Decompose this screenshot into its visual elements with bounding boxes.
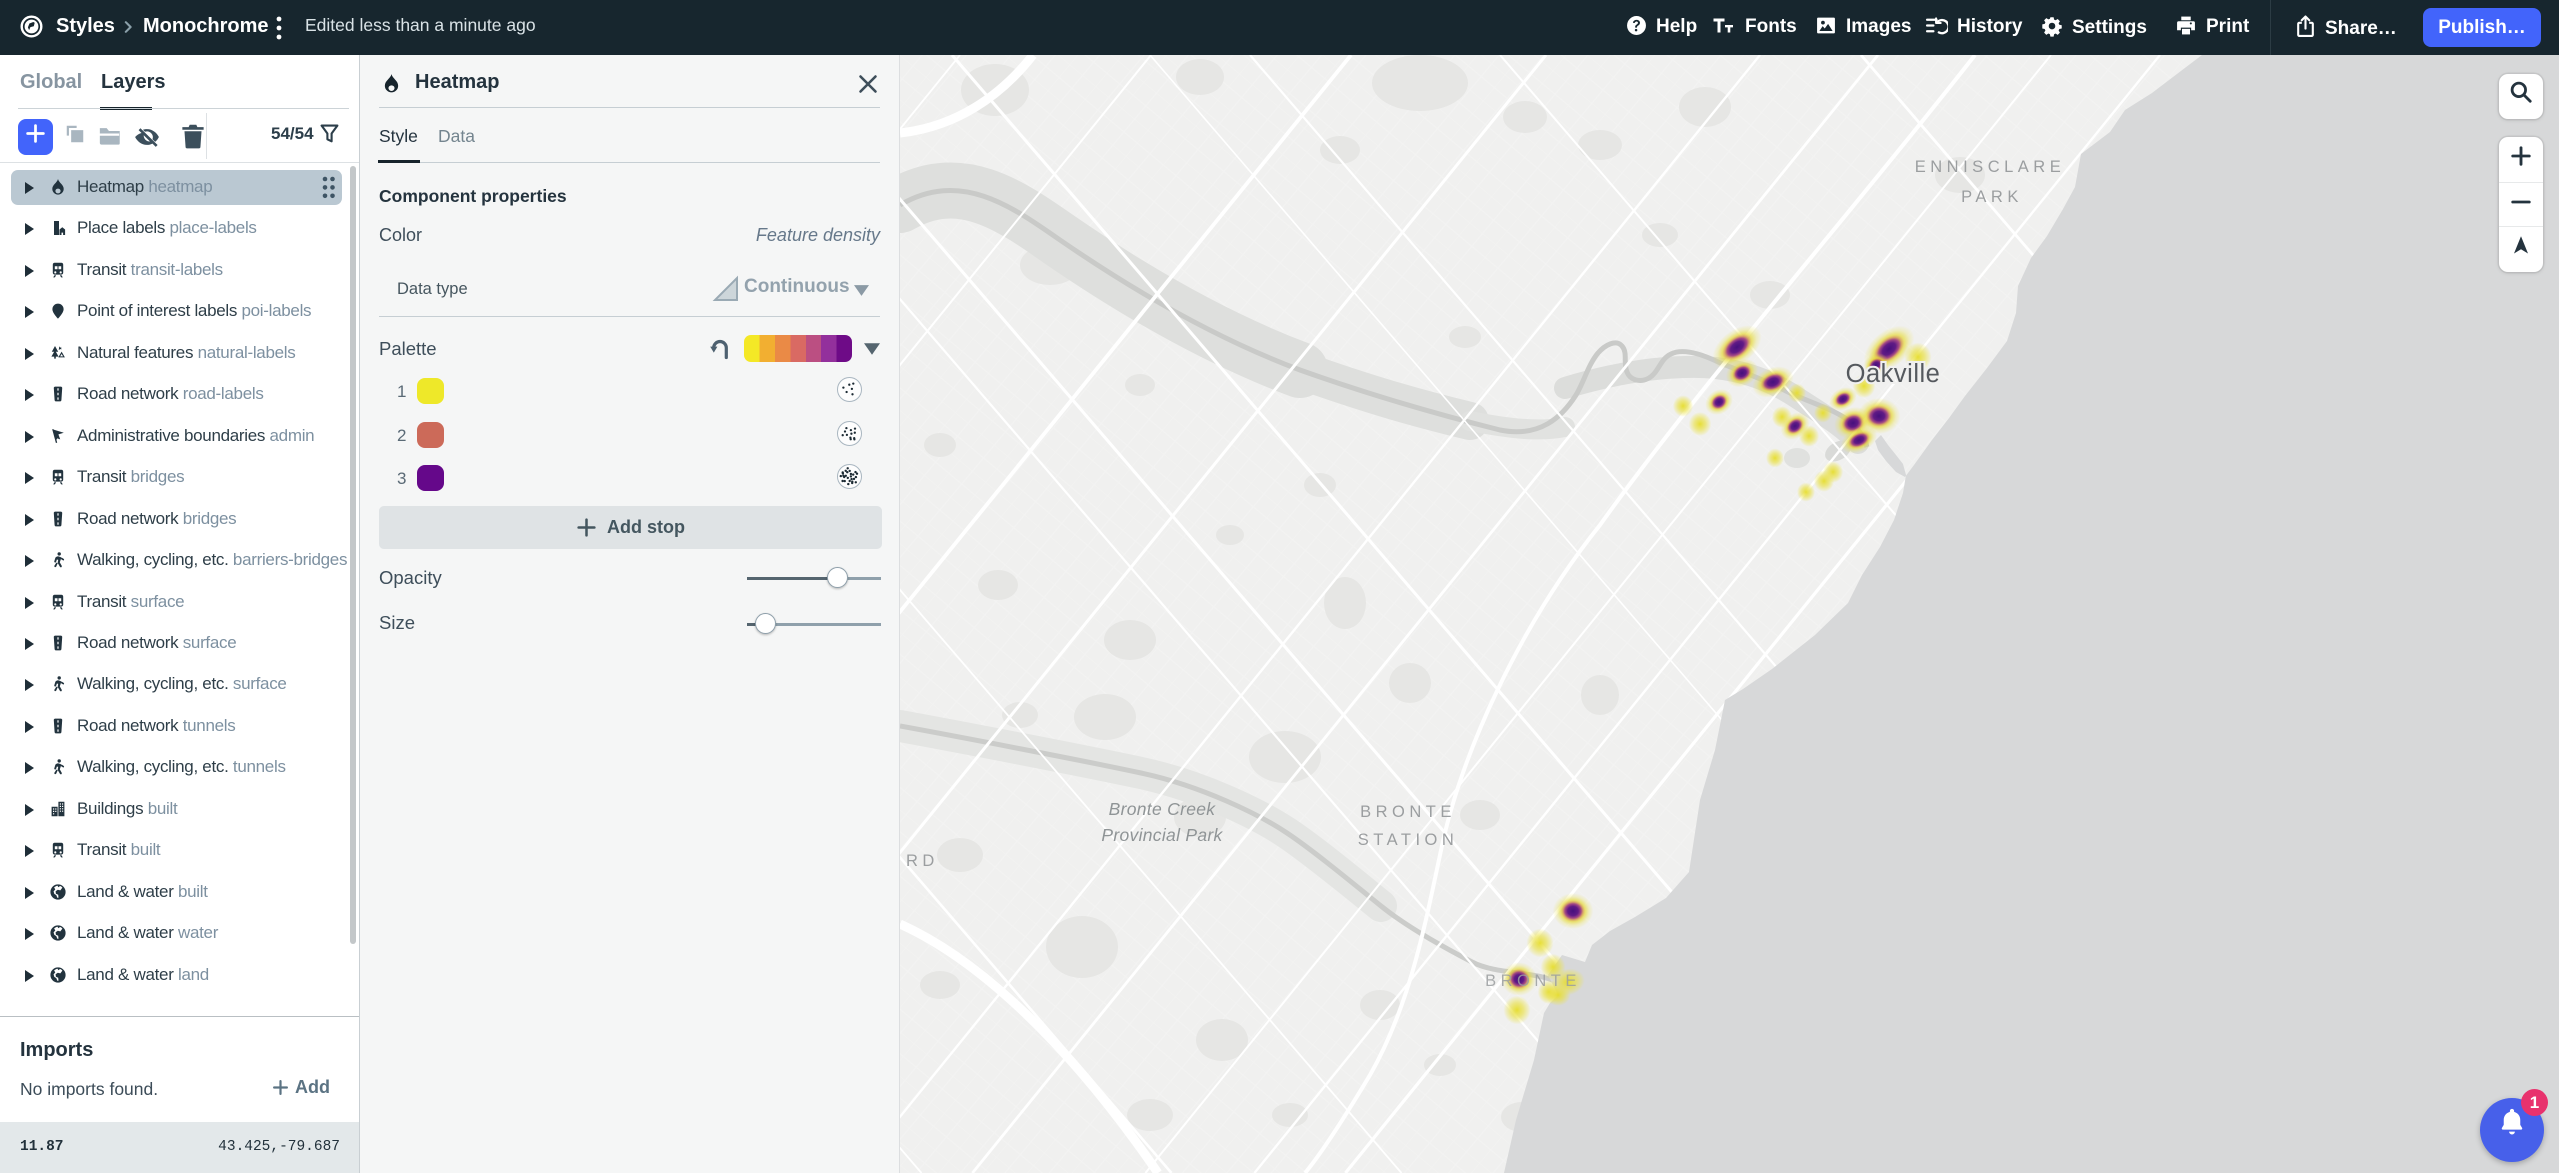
svg-text:PARK: PARK bbox=[1961, 188, 2023, 206]
svg-text:BRONTE: BRONTE bbox=[1485, 972, 1581, 990]
svg-text:STATION: STATION bbox=[1358, 831, 1459, 849]
svg-text:BRONTE: BRONTE bbox=[1360, 803, 1456, 821]
svg-text:Oakville: Oakville bbox=[1846, 360, 1941, 388]
svg-text:Bronte Creek: Bronte Creek bbox=[1109, 799, 1217, 819]
svg-text:RD: RD bbox=[906, 852, 939, 870]
svg-text:Provincial Park: Provincial Park bbox=[1101, 825, 1223, 845]
svg-text:ENNISCLARE: ENNISCLARE bbox=[1915, 158, 2065, 176]
